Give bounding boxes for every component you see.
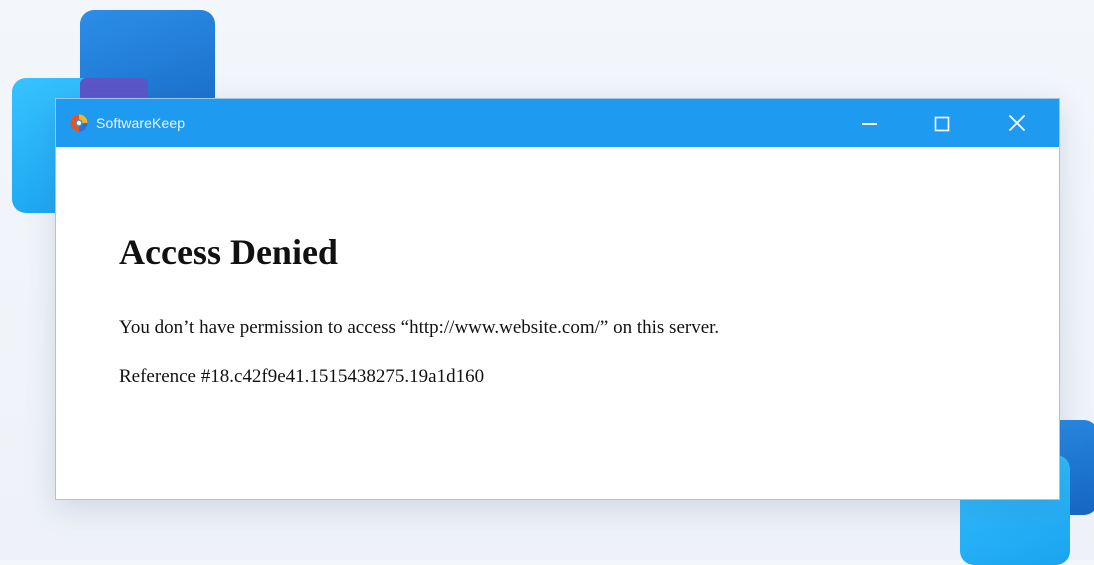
minimize-button[interactable]: [846, 99, 894, 147]
page-title: Access Denied: [119, 232, 338, 272]
close-button[interactable]: [993, 99, 1041, 147]
error-message: You don’t have permission to access “htt…: [119, 317, 720, 338]
maximize-button[interactable]: [919, 99, 967, 147]
browser-window: SoftwareKeep Access Denied You don’t hav…: [55, 98, 1060, 500]
minimize-icon: [862, 123, 877, 125]
reference-number: Reference #18.c42f9e41.1515438275.19a1d1…: [119, 366, 485, 387]
maximize-icon: [934, 116, 950, 132]
close-icon: [1009, 115, 1025, 131]
window-titlebar[interactable]: SoftwareKeep: [56, 99, 1059, 147]
window-title: SoftwareKeep: [96, 115, 186, 131]
browser-logo-icon: [70, 114, 88, 132]
page-content: Access Denied You don’t have permission …: [56, 147, 1059, 499]
